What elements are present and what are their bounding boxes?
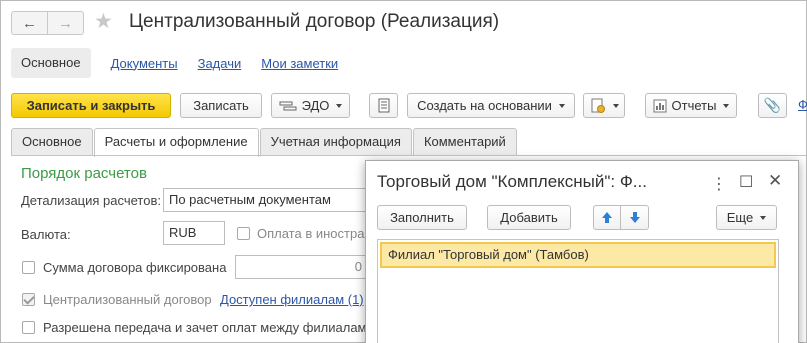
section-nav: Основное Документы Задачи Мои заметки <box>11 48 338 78</box>
foreign-payment-label: Оплата в иностра <box>257 226 365 241</box>
create-based-on-label: Создать на основании <box>417 98 552 113</box>
more-label: Еще <box>726 210 754 225</box>
detail-label: Детализация расчетов: <box>21 193 161 208</box>
create-based-on-button[interactable]: Создать на основании <box>407 93 575 118</box>
branches-link[interactable]: Доступен филиалам (1) <box>220 292 364 307</box>
fixed-sum-label: Сумма договора фиксирована <box>43 260 227 275</box>
edo-icon <box>279 101 297 110</box>
move-down-button[interactable] <box>621 205 649 230</box>
maximize-icon[interactable]: ☐ <box>739 172 753 192</box>
arrow-down-icon <box>629 212 640 223</box>
edo-label: ЭДО <box>301 98 330 113</box>
save-label: Записать <box>193 98 249 113</box>
arrow-right-icon: → <box>58 14 73 32</box>
fill-label: Заполнить <box>390 210 454 225</box>
group-title: Порядок расчетов <box>21 165 147 182</box>
add-label: Добавить <box>500 210 558 225</box>
reports-label: Отчеты <box>671 98 717 113</box>
tab-accounting-info[interactable]: Учетная информация <box>259 128 412 156</box>
list-document-icon <box>378 98 389 113</box>
print-attachments-button[interactable] <box>583 93 625 118</box>
currency-label: Валюта: <box>21 227 71 242</box>
fill-button[interactable]: Заполнить <box>377 205 467 230</box>
save-button[interactable]: Записать <box>180 93 262 118</box>
chevron-down-icon <box>760 215 767 220</box>
save-and-close-button[interactable]: Записать и закрыть <box>11 93 171 118</box>
branches-list: Филиал "Торговый дом" (Тамбов) <box>377 239 779 343</box>
move-up-button[interactable] <box>593 205 621 230</box>
transfer-label: Разрешена передача и зачет оплат между ф… <box>43 320 374 335</box>
chevron-down-icon <box>336 103 343 108</box>
more-link[interactable]: Ф <box>798 97 807 112</box>
tab-settlements[interactable]: Расчеты и оформление <box>93 128 259 157</box>
attach-file-button[interactable]: 📎 <box>758 93 787 118</box>
edo-button[interactable]: ЭДО <box>271 93 350 118</box>
star-icon[interactable]: ★ <box>94 9 113 34</box>
chevron-down-icon <box>723 103 730 108</box>
detail-field[interactable]: По расчетным документам <box>163 188 368 212</box>
tab-main[interactable]: Основное <box>11 128 93 156</box>
chevron-down-icon <box>558 103 565 108</box>
more-button[interactable]: Еще <box>716 205 777 230</box>
tab-comment[interactable]: Комментарий <box>412 128 517 156</box>
foreign-payment-checkbox[interactable] <box>237 227 250 240</box>
document-gear-icon <box>591 98 605 113</box>
reports-button[interactable]: Отчеты <box>645 93 737 118</box>
save-and-close-label: Записать и закрыть <box>26 98 156 113</box>
section-tasks[interactable]: Задачи <box>198 56 242 71</box>
forward-button[interactable]: → <box>48 11 84 35</box>
arrow-up-icon <box>602 212 612 223</box>
chevron-down-icon <box>612 103 619 108</box>
add-button[interactable]: Добавить <box>487 205 571 230</box>
report-icon <box>653 99 667 112</box>
section-main[interactable]: Основное <box>11 48 91 78</box>
section-documents[interactable]: Документы <box>111 56 178 71</box>
document-list-button[interactable] <box>369 93 398 118</box>
back-button[interactable]: ← <box>11 11 48 35</box>
centralized-label: Централизованный договор <box>43 292 212 307</box>
window-frame: ← → ★ Централизованный договор (Реализац… <box>0 0 807 343</box>
popup-title: Торговый дом "Комплексный": Ф... <box>377 172 647 191</box>
list-item[interactable]: Филиал "Торговый дом" (Тамбов) <box>380 242 776 268</box>
tab-bar: Основное Расчеты и оформление Учетная ин… <box>11 128 518 157</box>
arrow-left-icon: ← <box>22 14 37 32</box>
more-vertical-icon[interactable]: ⋮ <box>711 174 727 194</box>
branches-popup: Торговый дом "Комплексный": Ф... ⋮ ☐ ✕ З… <box>365 160 799 343</box>
tab-divider <box>11 155 806 156</box>
close-icon[interactable]: ✕ <box>768 171 782 191</box>
fixed-sum-field[interactable]: 0 <box>235 255 368 279</box>
paperclip-icon: 📎 <box>763 97 782 113</box>
transfer-checkbox[interactable] <box>22 321 35 334</box>
fixed-sum-checkbox[interactable] <box>22 261 35 274</box>
centralized-checkbox[interactable] <box>22 293 35 306</box>
section-notes[interactable]: Мои заметки <box>261 56 338 71</box>
currency-field[interactable]: RUB <box>163 221 225 245</box>
page-title: Централизованный договор (Реализация) <box>129 11 500 32</box>
